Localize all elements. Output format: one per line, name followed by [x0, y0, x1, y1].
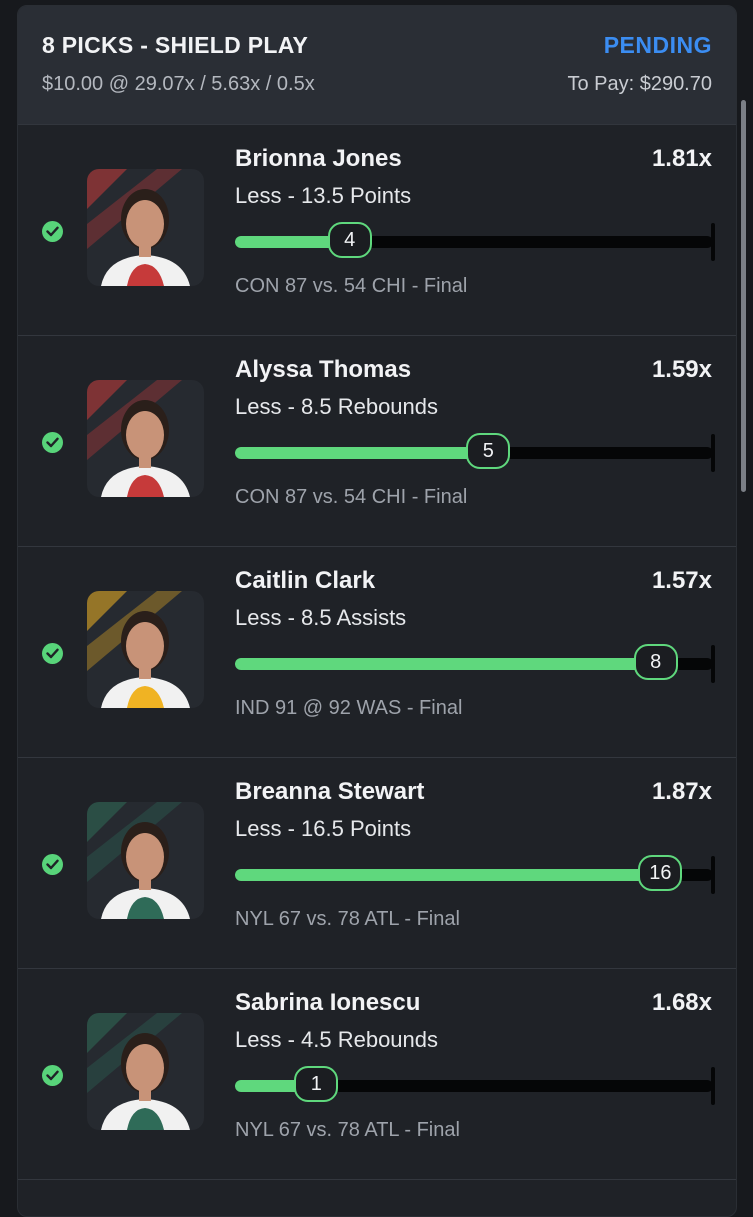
entry-card: 8 PICKS - SHIELD PLAY PENDING $10.00 @ 2…	[17, 5, 737, 1217]
check-circle-icon	[42, 221, 63, 242]
stat-value-bubble: 16	[638, 855, 683, 891]
pick-multiplier: 1.87x	[651, 778, 712, 805]
pick-row[interactable]: Caitlin Clark 1.57x Less - 8.5 Assists 8…	[18, 547, 736, 758]
player-avatar	[87, 591, 204, 708]
check-circle-icon	[42, 854, 63, 875]
entry-title: 8 PICKS - SHIELD PLAY	[42, 32, 309, 58]
to-pay-amount: To Pay: $290.70	[567, 73, 712, 95]
stake-info: $10.00 @ 29.07x / 5.63x / 0.5x	[42, 73, 315, 95]
pick-row[interactable]: Breanna Stewart 1.87x Less - 16.5 Points…	[18, 758, 736, 969]
player-avatar	[87, 380, 204, 497]
pick-multiplier: 1.68x	[651, 989, 712, 1016]
progress-track: 16	[235, 855, 715, 894]
player-avatar	[87, 1013, 204, 1130]
progress-line-marker	[711, 1067, 715, 1105]
pick-line: Less - 13.5 Points	[235, 183, 412, 208]
progress-track: 1	[235, 1066, 715, 1105]
pick-line: Less - 8.5 Rebounds	[235, 394, 439, 419]
progress-line-marker	[711, 223, 715, 261]
progress-fill	[235, 447, 489, 459]
check-circle-icon	[42, 1065, 63, 1086]
player-avatar	[87, 169, 204, 286]
pick-line: Less - 4.5 Rebounds	[235, 1027, 439, 1052]
entry-header[interactable]: 8 PICKS - SHIELD PLAY PENDING $10.00 @ 2…	[18, 6, 736, 125]
pick-multiplier: 1.81x	[651, 145, 712, 172]
game-result: CON 87 vs. 54 CHI - Final	[235, 486, 468, 508]
check-circle-icon	[42, 432, 63, 453]
player-name: Brionna Jones	[235, 145, 402, 172]
stat-value-bubble: 8	[633, 644, 678, 680]
status-badge: PENDING	[603, 32, 712, 58]
pick-row[interactable]: Alyssa Thomas 1.59x Less - 8.5 Rebounds …	[18, 336, 736, 547]
stat-value-bubble: 5	[466, 433, 511, 469]
player-name: Alyssa Thomas	[235, 356, 412, 383]
pick-row[interactable]: Brionna Jones 1.81x Less - 13.5 Points 4…	[18, 125, 736, 336]
progress-track: 5	[235, 433, 715, 472]
progress-fill	[235, 658, 656, 670]
pick-multiplier: 1.57x	[651, 567, 712, 594]
progress-track: 8	[235, 644, 715, 683]
pick-line: Less - 16.5 Points	[235, 816, 412, 841]
game-result: IND 91 @ 92 WAS - Final	[235, 697, 463, 719]
pick-row[interactable]: Sabrina Ionescu 1.68x Less - 4.5 Rebound…	[18, 969, 736, 1180]
progress-track: 4	[235, 222, 715, 261]
progress-line-marker	[711, 856, 715, 894]
game-result: CON 87 vs. 54 CHI - Final	[235, 275, 468, 297]
player-name: Breanna Stewart	[235, 778, 425, 805]
game-result: NYL 67 vs. 78 ATL - Final	[235, 1119, 460, 1141]
player-name: Sabrina Ionescu	[235, 989, 421, 1016]
scrollbar[interactable]	[741, 100, 746, 492]
pick-multiplier: 1.59x	[651, 356, 712, 383]
player-name: Caitlin Clark	[235, 567, 376, 594]
pick-line: Less - 8.5 Assists	[235, 605, 407, 630]
picks-list: Brionna Jones 1.81x Less - 13.5 Points 4…	[18, 125, 736, 1180]
player-avatar	[87, 802, 204, 919]
check-circle-icon	[42, 643, 63, 664]
game-result: NYL 67 vs. 78 ATL - Final	[235, 908, 460, 930]
progress-line-marker	[711, 645, 715, 683]
stat-value-bubble: 1	[294, 1066, 339, 1102]
stat-value-bubble: 4	[327, 222, 372, 258]
progress-line-marker	[711, 434, 715, 472]
progress-fill	[235, 869, 661, 881]
